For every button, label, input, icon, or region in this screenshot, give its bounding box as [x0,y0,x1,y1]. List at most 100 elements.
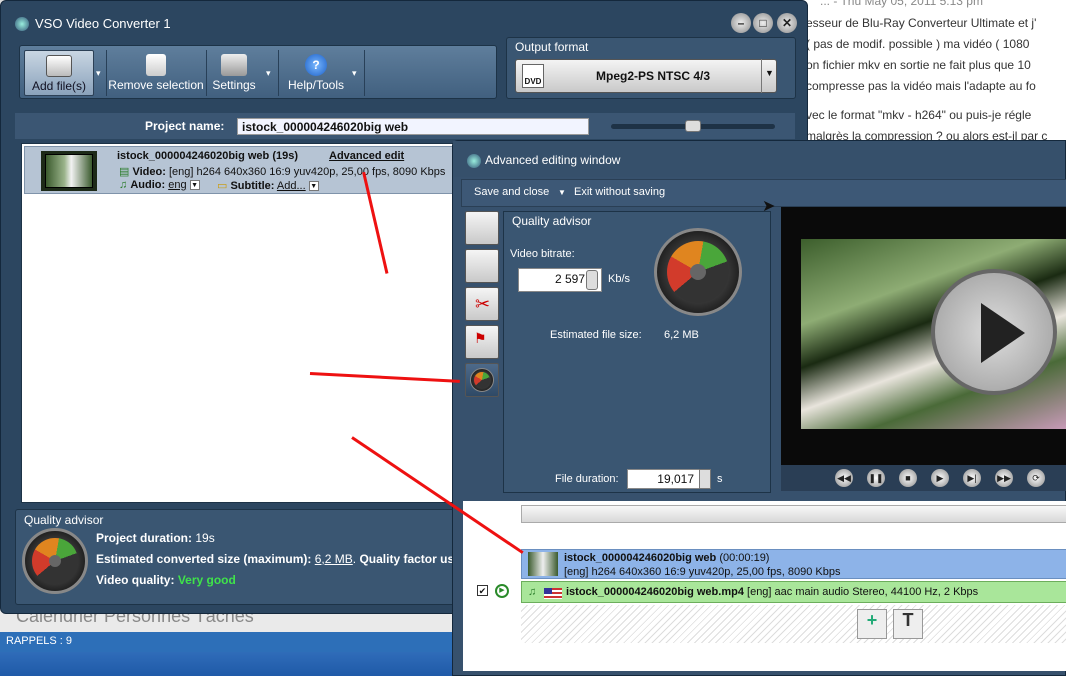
settings-icon [221,54,247,76]
adv-window-title: Advanced editing window [485,153,621,167]
remove-label: Remove selection [108,78,204,92]
adv-window-title-bar: Advanced editing window [453,141,1065,177]
add-text-icon[interactable]: T [893,609,923,639]
quality-gauge-icon [22,528,88,594]
rewind-icon[interactable]: ◀◀ [835,469,853,487]
main-toolbar: Add file(s) ▾ Remove selection Settings … [19,45,497,99]
estimated-file-size-label: Estimated file size: [550,329,642,341]
maximize-button[interactable]: □ [753,13,773,33]
next-frame-icon[interactable]: ▶| [963,469,981,487]
list-item[interactable]: istock_000004246020big web (19s) Advance… [24,146,460,194]
post-date: ... - Thu May 05, 2011 5:13 pm [820,0,983,8]
timeline-ruler[interactable] [521,505,1066,523]
help-tools-button[interactable]: ? Help/Tools [286,50,346,96]
us-flag-icon [544,588,562,599]
mouse-cursor-icon: ➤ [762,198,776,215]
timeline[interactable]: ✔ ▶ istock_000004246020big web (00:00:19… [463,501,1066,671]
track-checkbox[interactable]: ✔ [477,585,488,596]
empty-track-area[interactable]: + T [521,605,1066,643]
dvd-icon: DVD [522,64,544,88]
app-icon [467,154,481,168]
remove-icon [146,54,166,76]
fast-forward-icon[interactable]: ▶▶ [995,469,1013,487]
quality-advisor-tool-icon[interactable] [465,363,499,397]
audio-track-text: istock_000004246020big web.mp4 [eng] aac… [566,586,979,598]
window-title: VSO Video Converter 1 [35,16,171,31]
close-button[interactable]: ✕ [777,13,797,33]
estimated-file-size-value: 6,2 MB [664,329,699,341]
output-format-dropdown-arrow[interactable]: ▼ [761,59,777,93]
remove-selection-button[interactable]: Remove selection [108,50,204,96]
help-label: Help/Tools [287,78,345,92]
audio-info-row: ♫ Audio: eng ▼ [119,179,200,191]
video-bitrate-label: Video bitrate: [510,248,575,260]
post-line: vec le format "mkv - h264" ou puis-je ré… [806,108,1032,122]
post-line: esseur de Blu-Ray Converteur Ultimate et… [806,16,1037,30]
file-list[interactable]: istock_000004246020big web (19s) Advance… [21,143,461,503]
settings-button[interactable]: Settings [210,50,258,96]
reminders-bar[interactable]: RAPPELS : 9 [0,632,470,652]
big-play-icon[interactable] [931,269,1057,395]
file-duration-input[interactable]: 19,017 [627,469,701,489]
play-icon[interactable]: ▶ [931,469,949,487]
save-dropdown-arrow[interactable]: ▼ [558,188,566,197]
video-track[interactable]: istock_000004246020big web (00:00:19) [e… [521,549,1066,579]
post-line: compresse pas la vidéo mais l'adapte au … [806,79,1036,93]
add-files-label: Add file(s) [31,79,87,93]
advanced-edit-link[interactable]: Advanced edit [329,150,404,162]
advanced-editing-window: Advanced editing window Save and close ▼… [452,140,1066,676]
output-format-label: Output format [515,40,589,54]
track-play-icon[interactable]: ▶ [495,584,509,598]
bitrate-spinner[interactable] [586,270,598,290]
adv-quality-advisor-label: Quality advisor [512,214,592,228]
output-format-select[interactable]: DVD Mpeg2-PS NTSC 4/3 [515,59,777,93]
project-duration: Project duration: 19s [96,531,215,545]
snapshot-icon[interactable]: ⟳ [1027,469,1045,487]
video-preview[interactable] [781,207,1066,465]
project-name-label: Project name: [145,119,225,133]
slider-knob[interactable] [685,120,701,132]
disc-settings-icon[interactable] [465,249,499,283]
file-duration-row: File duration: 19,017 s [503,467,771,493]
add-file-icon [46,55,72,77]
estimated-size: Estimated converted size (maximum): 6,2 … [96,552,455,566]
exit-without-saving-button[interactable]: Exit without saving [574,186,665,198]
window-title-bar: VSO Video Converter 1 – □ ✕ [1,1,807,35]
post-line: ( pas de modif. possible ) ma vidéo ( 10… [806,37,1030,51]
file-title: istock_000004246020big web (19s) [117,150,299,162]
help-dropdown[interactable]: ▾ [352,68,357,79]
add-audio-icon[interactable]: + [857,609,887,639]
audio-note-icon: ♫ [528,586,537,598]
settings-dropdown[interactable]: ▾ [266,68,271,79]
subtitle-row[interactable]: ▭ Subtitle: Add... ▼ [217,179,319,192]
quality-advisor-panel: Quality advisor Project duration: 19s Es… [15,509,475,605]
zoom-slider[interactable] [611,120,775,132]
video-info-row: ▤ Video: [eng] h264 640x360 16:9 yuv420p… [119,166,446,178]
scissors-icon[interactable]: ✂ [465,287,499,321]
add-files-button[interactable]: Add file(s) [24,50,94,96]
video-track-info: [eng] h264 640x360 16:9 yuv420p, 25,00 f… [564,566,841,578]
save-and-close-button[interactable]: Save and close [474,186,549,198]
minimize-button[interactable]: – [731,13,751,33]
adv-quality-advisor-panel: Quality advisor Video bitrate: 2 597 Kb/… [503,211,771,493]
add-files-dropdown[interactable]: ▾ [96,68,101,79]
stop-icon[interactable]: ■ [899,469,917,487]
post-line: on fichier mkv en sortie ne fait plus qu… [806,58,1031,72]
toolbar-separator [106,50,107,96]
toolbar-separator [206,50,207,96]
video-tool-icon[interactable] [465,211,499,245]
chapter-flag-icon[interactable]: ⚑ [465,325,499,359]
video-quality: Video quality: Very good [96,573,236,587]
project-name-input[interactable]: istock_000004246020big web [237,118,589,135]
audio-track[interactable]: ♫ istock_000004246020big web.mp4 [eng] a… [521,581,1066,603]
quality-gauge-icon [654,228,742,316]
file-duration-label: File duration: [555,473,619,485]
pause-icon[interactable]: ❚❚ [867,469,885,487]
duration-spinner[interactable] [699,469,711,489]
quality-advisor-label: Quality advisor [24,513,104,527]
output-format-group: Output format DVD Mpeg2-PS NTSC 4/3 ▼ [506,37,796,99]
toolbar-separator [364,50,365,96]
project-row: Project name: istock_000004246020big web [15,113,795,139]
edit-tools-sidebar: ✂ ⚑ [465,211,501,401]
video-thumbnail [41,151,97,191]
